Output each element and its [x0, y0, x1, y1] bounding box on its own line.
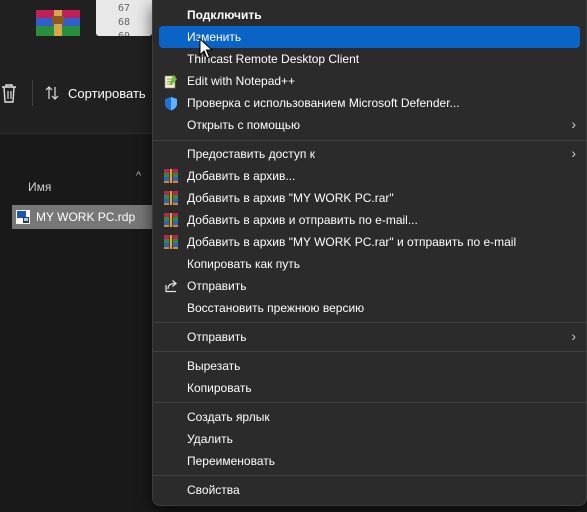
menu-item-add-rar[interactable]: Добавить в архив "MY WORK PC.rar"	[159, 187, 580, 209]
menu-separator	[153, 475, 586, 476]
menu-item-thincast[interactable]: Thincast Remote Desktop Client	[159, 48, 580, 70]
defender-shield-icon	[163, 95, 179, 111]
menu-item-send-to[interactable]: Отправить ›	[159, 326, 580, 348]
thumbnail-line: 68	[118, 17, 131, 28]
sort-button[interactable]: Сортировать	[44, 78, 146, 108]
menu-item-create-shortcut[interactable]: Создать ярлык	[159, 406, 580, 428]
toolbar-divider	[32, 80, 33, 106]
menu-separator	[153, 322, 586, 323]
menu-item-add-rar-email[interactable]: Добавить в архив "MY WORK PC.rar" и отпр…	[159, 231, 580, 253]
menu-label: Открыть с помощью	[187, 118, 301, 132]
menu-item-copy[interactable]: Копировать	[159, 377, 580, 399]
menu-separator	[153, 140, 586, 141]
share-icon	[163, 278, 179, 294]
menu-label: Переименовать	[187, 454, 275, 468]
menu-label: Восстановить прежнюю версию	[187, 301, 365, 315]
menu-item-properties[interactable]: Свойства	[159, 479, 580, 501]
menu-label: Проверка с использованием Microsoft Defe…	[187, 96, 460, 110]
menu-item-open-with[interactable]: Открыть с помощью ›	[159, 114, 580, 136]
menu-item-give-access[interactable]: Предоставить доступ к ›	[159, 143, 580, 165]
menu-item-connect[interactable]: Подключить	[159, 4, 580, 26]
menu-item-delete[interactable]: Удалить	[159, 428, 580, 450]
menu-label: Предоставить доступ к	[187, 147, 315, 161]
menu-label: Создать ярлык	[187, 410, 270, 424]
column-header[interactable]	[0, 163, 152, 209]
menu-label: Добавить в архив "MY WORK PC.rar"	[187, 191, 394, 205]
menu-label: Добавить в архив и отправить по e-mail..…	[187, 213, 418, 227]
menu-item-add-archive[interactable]: Добавить в архив...	[159, 165, 580, 187]
menu-item-copy-path[interactable]: Копировать как путь	[159, 253, 580, 275]
sort-label: Сортировать	[68, 85, 146, 101]
menu-label: Копировать как путь	[187, 257, 300, 271]
menu-item-rename[interactable]: Переименовать	[159, 450, 580, 472]
menu-label: Изменить	[187, 30, 242, 44]
menu-label: Edit with Notepad++	[187, 74, 296, 88]
menu-label: Отправить	[187, 330, 247, 344]
chevron-right-icon: ›	[571, 145, 576, 161]
menu-separator	[153, 351, 586, 352]
chevron-right-icon: ›	[571, 116, 576, 132]
menu-item-edit[interactable]: Изменить	[159, 26, 580, 48]
winrar-icon	[163, 234, 179, 250]
menu-label: Вырезать	[187, 359, 241, 373]
chevron-up-icon: ^	[136, 170, 142, 182]
document-thumbnail: 67 68 69	[96, 0, 152, 36]
context-menu: Подключить Изменить Thincast Remote Desk…	[152, 0, 587, 506]
rdp-file-icon	[16, 210, 30, 224]
notepadpp-icon	[163, 73, 179, 89]
menu-item-cut[interactable]: Вырезать	[159, 355, 580, 377]
menu-item-defender[interactable]: Проверка с использованием Microsoft Defe…	[159, 92, 580, 114]
trash-icon[interactable]	[0, 82, 18, 104]
column-name-label: Имя	[28, 180, 52, 194]
winrar-thumbnail-icon	[36, 10, 80, 36]
menu-label: Добавить в архив...	[187, 169, 296, 183]
menu-label: Добавить в архив "MY WORK PC.rar" и отпр…	[187, 235, 517, 249]
mouse-cursor-icon	[199, 38, 213, 59]
menu-item-add-email[interactable]: Добавить в архив и отправить по e-mail..…	[159, 209, 580, 231]
menu-item-notepadpp[interactable]: Edit with Notepad++	[159, 70, 580, 92]
file-name: MY WORK PC.rdp	[36, 210, 136, 224]
menu-item-restore[interactable]: Восстановить прежнюю версию	[159, 297, 580, 319]
winrar-icon	[163, 190, 179, 206]
menu-item-share[interactable]: Отправить	[159, 275, 580, 297]
chevron-right-icon: ›	[571, 328, 576, 344]
winrar-icon	[163, 168, 179, 184]
menu-label: Свойства	[187, 483, 240, 497]
menu-label: Копировать	[187, 381, 252, 395]
menu-label: Подключить	[187, 8, 262, 22]
file-item[interactable]: MY WORK PC.rdp	[12, 205, 152, 229]
menu-separator	[153, 402, 586, 403]
winrar-icon	[163, 212, 179, 228]
menu-label: Отправить	[187, 279, 247, 293]
menu-label: Удалить	[187, 432, 233, 446]
sort-arrows-icon	[45, 86, 59, 100]
thumbnail-line: 67	[118, 3, 131, 14]
